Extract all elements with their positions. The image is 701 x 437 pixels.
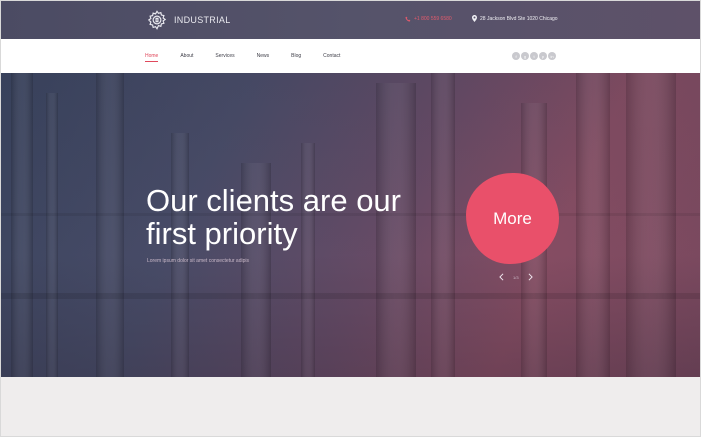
address-contact: 28 Jackson Blvd Ste 1020 Chicago: [472, 15, 558, 22]
phone-number: +1 800 559 6580: [414, 16, 452, 22]
top-bar: INDUSTRIAL +1 800 559 6580 28 Jackson Bl…: [1, 1, 700, 39]
address-text: 28 Jackson Blvd Ste 1020 Chicago: [480, 15, 558, 22]
social-links: f g t p in: [512, 52, 557, 60]
brand-logo[interactable]: INDUSTRIAL: [146, 9, 231, 31]
phone-contact[interactable]: +1 800 559 6580: [405, 16, 452, 22]
linkedin-icon[interactable]: in: [548, 52, 556, 60]
more-button[interactable]: More: [466, 173, 559, 264]
content-section: [1, 377, 700, 436]
map-pin-icon: [472, 15, 477, 22]
chevron-right-icon: [528, 273, 533, 281]
main-nav: Home About Services News Blog Contact: [145, 39, 362, 73]
slider-controls: 1/3: [497, 272, 535, 282]
nav-item-contact[interactable]: Contact: [323, 49, 340, 63]
nav-item-about[interactable]: About: [180, 49, 193, 63]
next-slide-button[interactable]: [527, 272, 535, 282]
chevron-left-icon: [498, 273, 503, 281]
nav-item-news[interactable]: News: [257, 49, 270, 63]
hero-headline: Our clients are our first priority: [146, 184, 401, 250]
nav-item-home[interactable]: Home: [145, 49, 159, 63]
google-plus-icon[interactable]: g: [521, 52, 529, 60]
brand-name: INDUSTRIAL: [174, 15, 231, 25]
phone-icon: [405, 16, 411, 22]
nav-bar: Home About Services News Blog Contact f …: [1, 39, 700, 73]
prev-slide-button[interactable]: [497, 272, 505, 282]
twitter-icon[interactable]: t: [530, 52, 538, 60]
hero-headline-line-1: Our clients are our: [146, 183, 401, 218]
nav-item-services[interactable]: Services: [215, 49, 234, 63]
facebook-icon[interactable]: f: [512, 52, 520, 60]
hero-subtitle: Lorem ipsum dolor sit amet consectetur a…: [147, 258, 249, 264]
pinterest-icon[interactable]: p: [539, 52, 547, 60]
page-frame: INDUSTRIAL +1 800 559 6580 28 Jackson Bl…: [0, 0, 701, 437]
hero-headline-line-2: first priority: [146, 216, 298, 251]
nav-item-blog[interactable]: Blog: [291, 49, 301, 63]
gear-icon: [147, 10, 167, 30]
slide-counter: 1/3: [513, 274, 519, 280]
